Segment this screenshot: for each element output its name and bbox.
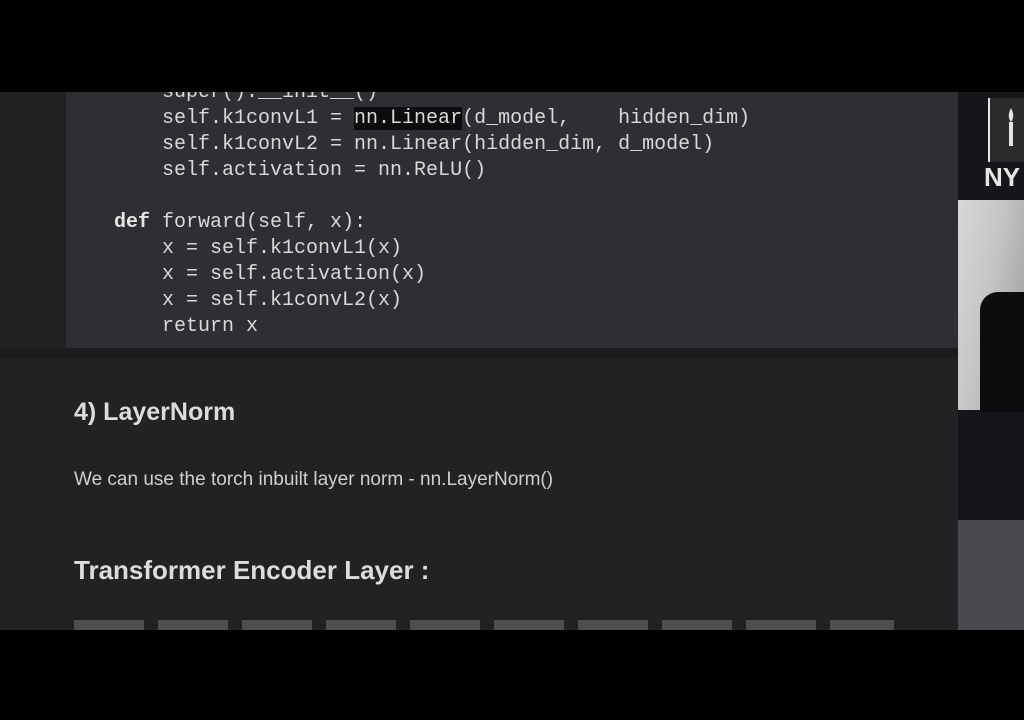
section-heading: 4) LayerNorm [74,398,236,426]
code-line-1: super().__init__() [66,92,379,104]
webcam-overlay: NY [958,92,1024,630]
code-highlight: nn.Linear [354,107,463,130]
presenter-silhouette [980,292,1024,412]
code-line-6: def forward(self, x): [66,210,366,236]
webcam-lower-area [958,520,1024,630]
torch-icon [1008,108,1014,146]
paragraph: We can use the torch inbuilt layer norm … [74,469,554,490]
code-line-10: return x [66,315,259,338]
cell-divider [0,348,958,358]
transformer-heading: Transformer Encoder Layer : [74,555,430,585]
code-line-4: self.activation = nn.ReLU() [66,159,487,182]
code-line-2: self.k1convL1 = nn.Linear(d_model, hidde… [66,106,750,132]
code-keyword: def [114,211,151,234]
cutoff-paragraph [74,620,894,630]
notebook-document: super().__init__() self.k1convL1 = nn.Li… [0,92,958,630]
code-text: self.k1convL1 = [66,107,355,130]
code-line-8: x = self.activation(x) [66,263,427,286]
video-frame: super().__init__() self.k1convL1 = nn.Li… [0,92,1024,630]
code-line-9: x = self.k1convL2(x) [66,289,403,312]
brand-text: NY [984,162,1021,192]
code-text: forward(self, x): [150,211,367,234]
code-line-7: x = self.k1convL1(x) [66,237,403,260]
code-line-3: self.k1convL2 = nn.Linear(hidden_dim, d_… [66,133,715,156]
nyu-logo [988,98,1024,162]
code-text: (d_model, hidden_dim) [462,107,751,130]
code-cell[interactable]: super().__init__() self.k1convL1 = nn.Li… [66,92,958,348]
